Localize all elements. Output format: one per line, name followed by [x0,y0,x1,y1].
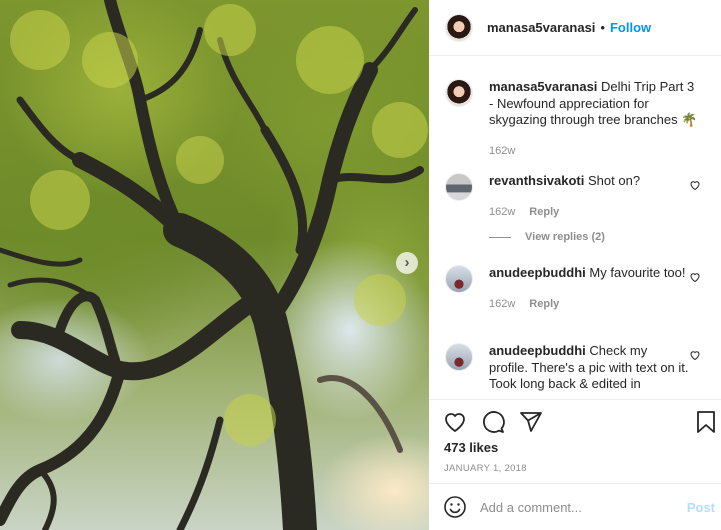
caption-time[interactable]: 162w [489,145,515,157]
comment-text: Shot on? [588,173,641,188]
caption-avatar[interactable] [445,79,473,107]
view-replies-button[interactable]: View replies (2) [489,231,605,243]
reply-button[interactable]: Reply [529,298,559,310]
tree-branches-image [0,0,428,530]
comment-avatar[interactable] [445,343,473,371]
author-avatar[interactable] [445,13,473,42]
comment-username[interactable]: revanthsivakoti [489,173,584,188]
post-comment-button[interactable]: Post [687,500,715,515]
post-side-panel: manasa5varanasi • Follow manasa5varanasi… [429,0,721,530]
comment-item: revanthsivakoti Shot on? 162w Reply [445,173,705,220]
comment-time[interactable]: 162w [489,298,515,310]
comment-username[interactable]: anudeepbuddhi [489,265,586,280]
comment-username[interactable]: anudeepbuddhi [489,343,586,358]
header-separator: • [600,20,605,35]
comment-like-heart-icon[interactable] [689,349,701,361]
reply-button[interactable]: Reply [529,206,559,218]
comment-avatar[interactable] [445,265,473,293]
comment-like-heart-icon[interactable] [689,271,701,283]
comment-avatar[interactable] [445,173,473,201]
post-photo[interactable]: › [0,0,429,530]
post-header: manasa5varanasi • Follow [429,0,721,56]
comment-icon[interactable] [481,410,505,434]
heart-icon[interactable] [443,410,467,434]
comment-time[interactable]: 162w [489,206,515,218]
share-icon[interactable] [519,410,543,434]
comment-item: anudeepbuddhi Check my profile. There's … [445,343,705,393]
comment-input[interactable] [480,499,670,515]
follow-button[interactable]: Follow [610,20,651,35]
author-username[interactable]: manasa5varanasi [487,20,595,35]
chevron-right-icon[interactable]: › [396,252,418,274]
view-replies-line [489,236,511,238]
post-actions: 473 likes JANUARY 1, 2018 [429,399,721,483]
comments-list[interactable]: manasa5varanasi Delhi Trip Part 3 - Newf… [429,57,721,399]
emoji-icon[interactable] [443,495,467,519]
comment-like-heart-icon[interactable] [689,179,701,191]
likes-count[interactable]: 473 likes [444,440,498,455]
comment-text: My favourite too! [589,265,686,280]
caption: manasa5varanasi Delhi Trip Part 3 - Newf… [445,79,705,159]
post-date[interactable]: JANUARY 1, 2018 [444,463,527,474]
caption-username[interactable]: manasa5varanasi [489,79,597,94]
comment-item: anudeepbuddhi My favourite too! 162w Repl… [445,265,705,312]
view-replies-label: View replies (2) [525,231,605,243]
add-comment-bar: Post [429,483,721,530]
bookmark-icon[interactable] [695,410,717,434]
